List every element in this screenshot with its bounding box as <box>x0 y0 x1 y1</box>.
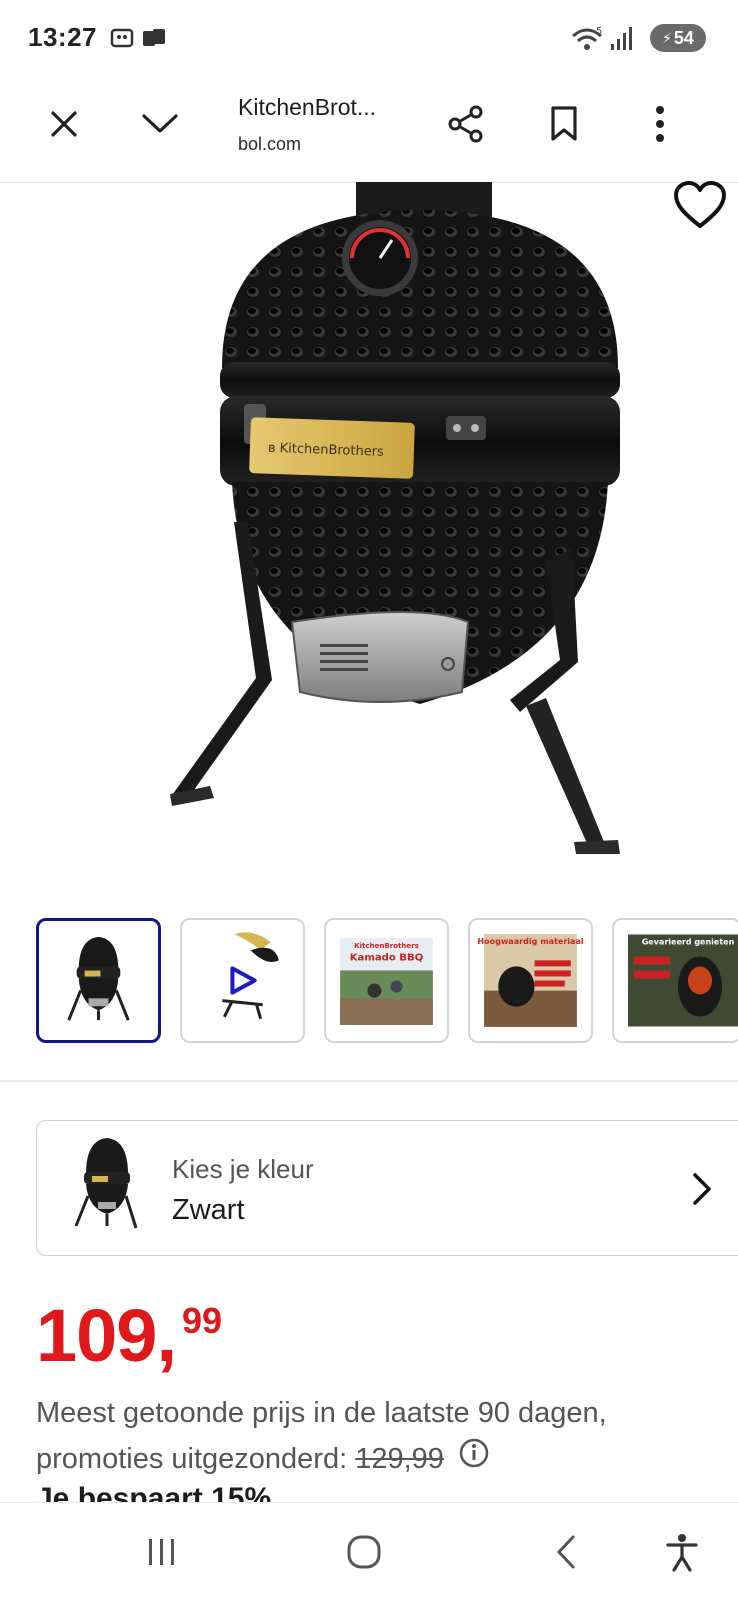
recent-apps-button[interactable] <box>132 1522 192 1582</box>
share-button[interactable] <box>438 96 494 152</box>
minimize-button[interactable] <box>132 96 188 152</box>
screenshot-icon <box>108 24 138 54</box>
thumbnail-3[interactable]: KitchenBrothers Kamado BBQ <box>324 918 449 1043</box>
recent-apps-icon <box>149 1539 174 1565</box>
thumbnail-material-image: Hoogwaardig materiaal <box>477 934 584 1027</box>
more-vertical-icon <box>656 106 664 142</box>
price-note-line2: promoties uitgezonderd: 129,99 <box>36 1436 716 1483</box>
signal-icon <box>608 24 638 54</box>
chevron-right-icon <box>690 1172 714 1206</box>
bookmark-icon <box>551 106 577 141</box>
thumbnail-video[interactable] <box>180 918 305 1043</box>
old-price: 129,99 <box>355 1443 444 1475</box>
status-time: 13:27 <box>28 22 97 52</box>
back-icon <box>557 1535 575 1569</box>
home-icon <box>347 1535 381 1569</box>
chevron-down-icon <box>142 114 178 133</box>
colour-label: Kies je kleur <box>172 1154 314 1184</box>
wifi-icon: 5 <box>570 24 602 54</box>
colour-value: Zwart <box>172 1194 245 1226</box>
close-button[interactable] <box>36 96 92 152</box>
cards-icon <box>140 24 170 54</box>
price-note-text: promoties uitgezonderd: <box>36 1443 348 1475</box>
thumbnail-video-image <box>222 932 279 1020</box>
svg-text:Hoogwaardig materiaal: Hoogwaardig materiaal <box>477 937 584 946</box>
share-icon <box>448 105 483 143</box>
thumbnail-4[interactable]: Hoogwaardig materiaal <box>468 918 593 1043</box>
status-bar: 13:27 5 ⚡ 54 <box>0 0 738 78</box>
section-divider <box>0 1080 738 1082</box>
play-icon <box>230 966 257 995</box>
close-icon <box>51 111 77 137</box>
back-button[interactable] <box>536 1522 596 1582</box>
accessibility-button[interactable] <box>652 1522 712 1582</box>
accessibility-icon <box>666 1534 698 1572</box>
price-note: Meest getoonde prijs in de laatste 90 da… <box>36 1390 716 1483</box>
battery-indicator: ⚡ 54 <box>650 24 706 52</box>
product-hero-image[interactable]: ʙ KitchenBrothers <box>0 182 738 882</box>
svg-text:KitchenBrothers: KitchenBrothers <box>354 941 419 950</box>
svg-text:Kamado BBQ: Kamado BBQ <box>350 952 424 963</box>
kamado-bbq-image: ʙ KitchenBrothers <box>170 182 620 854</box>
price-note-line1: Meest getoonde prijs in de laatste 90 da… <box>36 1397 607 1429</box>
savings-text: Je bespaart 15% <box>36 1482 272 1502</box>
thumbnail-5[interactable]: Gevarieerd genieten <box>612 918 738 1043</box>
home-button[interactable] <box>334 1522 394 1582</box>
thumbnail-kamado-bbq-image: KitchenBrothers Kamado BBQ <box>340 938 433 1025</box>
thumbnail-1[interactable] <box>36 918 161 1043</box>
bookmark-button[interactable] <box>536 96 592 152</box>
page-domain: bol.com <box>238 134 302 154</box>
price-whole: 109, <box>36 1294 177 1377</box>
svg-text:Gevarieerd genieten: Gevarieerd genieten <box>642 938 735 947</box>
heart-icon <box>674 181 726 228</box>
thumbnail-kamado-image <box>67 936 130 1021</box>
info-icon[interactable] <box>458 1437 490 1483</box>
more-options-button[interactable] <box>632 96 688 152</box>
price-cents: 99 <box>182 1300 223 1341</box>
svg-text:5: 5 <box>596 26 602 37</box>
favorite-button[interactable] <box>672 180 732 236</box>
colour-thumbnail <box>70 1134 144 1234</box>
thumbnail-varied-image: Gevarieerd genieten <box>628 934 738 1027</box>
page-title: KitchenBrot... <box>238 94 377 120</box>
